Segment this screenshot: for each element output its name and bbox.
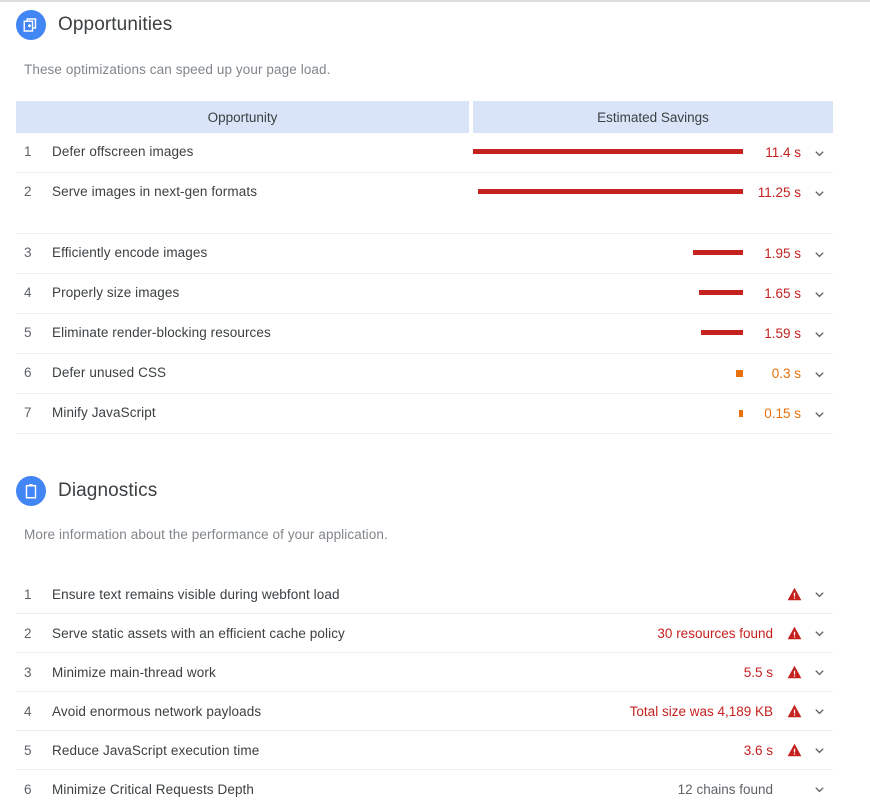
warning-triangle-icon bbox=[783, 743, 805, 757]
page-title: Opportunities bbox=[58, 14, 173, 35]
row-index: 5 bbox=[24, 742, 32, 758]
column-header-estimated-savings: Estimated Savings bbox=[473, 101, 833, 133]
chevron-down-icon[interactable] bbox=[805, 588, 833, 601]
row-index: 6 bbox=[24, 365, 32, 380]
table-row[interactable]: 6 Defer unused CSS 0.3 s bbox=[16, 354, 833, 394]
warning-triangle-icon bbox=[783, 665, 805, 679]
opportunities-section-header: Opportunities bbox=[0, 4, 870, 46]
chevron-down-icon[interactable] bbox=[805, 705, 833, 718]
image-plus-icon bbox=[16, 10, 46, 40]
chevron-down-icon[interactable] bbox=[805, 783, 833, 796]
table-row[interactable]: 1 Defer offscreen images 11.4 s bbox=[16, 133, 833, 173]
table-row[interactable]: 3 Efficiently encode images 1.95 s bbox=[16, 234, 833, 274]
opportunities-description: These optimizations can speed up your pa… bbox=[24, 62, 331, 77]
diagnostics-section-header: Diagnostics bbox=[0, 470, 870, 512]
savings-bar bbox=[699, 290, 743, 295]
row-index: 2 bbox=[24, 184, 32, 199]
lighthouse-report-panel: Opportunities These optimizations can sp… bbox=[0, 0, 870, 808]
savings-bar-cell bbox=[461, 354, 743, 393]
diagnostic-value: 30 resources found bbox=[657, 625, 773, 641]
column-header-opportunity: Opportunity bbox=[16, 101, 469, 133]
savings-bar bbox=[693, 250, 743, 255]
savings-bar-cell bbox=[461, 234, 743, 273]
warning-triangle-icon bbox=[783, 626, 805, 640]
diagnostics-title: Diagnostics bbox=[58, 480, 158, 501]
diagnostic-label: Serve static assets with an efficient ca… bbox=[52, 625, 345, 641]
savings-value: 11.25 s bbox=[757, 185, 801, 200]
opportunities-table: Opportunity Estimated Savings 1 Defer off… bbox=[16, 101, 833, 434]
table-header-row: Opportunity Estimated Savings bbox=[16, 101, 833, 133]
chevron-down-icon[interactable] bbox=[805, 666, 833, 679]
diagnostic-value: Total size was 4,189 KB bbox=[629, 703, 773, 719]
table-row[interactable]: 5 Reduce JavaScript execution time 3.6 s bbox=[16, 731, 833, 770]
opportunity-label: Defer offscreen images bbox=[52, 144, 194, 159]
savings-value: 0.3 s bbox=[771, 366, 801, 381]
savings-bar-cell bbox=[461, 274, 743, 313]
chevron-down-icon[interactable] bbox=[805, 173, 833, 200]
savings-bar bbox=[736, 370, 743, 377]
savings-bar-cell bbox=[461, 133, 743, 172]
table-row[interactable]: 4 Avoid enormous network payloads Total si… bbox=[16, 692, 833, 731]
chevron-down-icon[interactable] bbox=[805, 394, 833, 421]
opportunity-label: Properly size images bbox=[52, 285, 180, 300]
savings-value: 11.4 s bbox=[765, 145, 801, 160]
warning-triangle-icon bbox=[783, 704, 805, 718]
row-index: 3 bbox=[24, 245, 32, 260]
table-row[interactable]: 1 Ensure text remains visible during webf… bbox=[16, 575, 833, 614]
opportunity-label: Eliminate render-blocking resources bbox=[52, 325, 271, 340]
table-row[interactable]: 5 Eliminate render-blocking resources 1.59… bbox=[16, 314, 833, 354]
savings-value: 1.59 s bbox=[764, 326, 801, 341]
opportunity-label: Defer unused CSS bbox=[52, 365, 167, 380]
diagnostics-description: More information about the performance o… bbox=[24, 527, 388, 542]
savings-bar-cell bbox=[461, 394, 743, 433]
table-row[interactable]: 2 Serve static assets with an efficient c… bbox=[16, 614, 833, 653]
clipboard-icon bbox=[16, 476, 46, 506]
chevron-down-icon[interactable] bbox=[805, 133, 833, 160]
row-index: 1 bbox=[24, 586, 32, 602]
chevron-down-icon[interactable] bbox=[805, 314, 833, 341]
chevron-down-icon[interactable] bbox=[805, 744, 833, 757]
chevron-down-icon[interactable] bbox=[805, 627, 833, 640]
opportunity-label: Efficiently encode images bbox=[52, 245, 208, 260]
diagnostic-label: Minimize Critical Requests Depth bbox=[52, 781, 255, 797]
row-index: 2 bbox=[24, 625, 32, 641]
savings-bar bbox=[701, 330, 743, 335]
diagnostic-label: Reduce JavaScript execution time bbox=[52, 742, 260, 758]
diagnostic-value: 12 chains found bbox=[677, 781, 773, 797]
savings-bar-cell bbox=[461, 173, 743, 212]
diagnostic-label: Avoid enormous network payloads bbox=[52, 703, 262, 719]
row-index: 6 bbox=[24, 781, 32, 797]
chevron-down-icon[interactable] bbox=[805, 274, 833, 301]
chevron-down-icon[interactable] bbox=[805, 234, 833, 261]
diagnostic-label: Minimize main-thread work bbox=[52, 664, 216, 680]
diagnostic-label: Ensure text remains visible during webfo… bbox=[52, 586, 340, 602]
table-row[interactable]: 2 Serve images in next-gen formats 11.25 s bbox=[16, 173, 833, 234]
savings-value: 0.15 s bbox=[764, 406, 801, 421]
row-index: 3 bbox=[24, 664, 32, 680]
diagnostic-value: 3.6 s bbox=[743, 742, 773, 758]
opportunity-label: Serve images in next-gen formats bbox=[52, 184, 258, 199]
warning-triangle-icon bbox=[783, 587, 805, 601]
row-index: 7 bbox=[24, 405, 32, 420]
row-index: 5 bbox=[24, 325, 32, 340]
row-index: 1 bbox=[24, 144, 32, 159]
savings-bar bbox=[473, 149, 743, 154]
row-index: 4 bbox=[24, 703, 32, 719]
opportunities-rows: 1 Defer offscreen images 11.4 s 2 Serve imag… bbox=[16, 133, 833, 434]
table-row[interactable]: 4 Properly size images 1.65 s bbox=[16, 274, 833, 314]
row-index: 4 bbox=[24, 285, 32, 300]
diagnostic-value: 5.5 s bbox=[743, 664, 773, 680]
chevron-down-icon[interactable] bbox=[805, 354, 833, 381]
savings-bar-cell bbox=[461, 314, 743, 353]
savings-value: 1.65 s bbox=[764, 286, 801, 301]
table-row[interactable]: 3 Minimize main-thread work 5.5 s bbox=[16, 653, 833, 692]
opportunity-label: Minify JavaScript bbox=[52, 405, 156, 420]
table-row[interactable]: 7 Minify JavaScript 0.15 s bbox=[16, 394, 833, 434]
diagnostics-rows: 1 Ensure text remains visible during webf… bbox=[0, 575, 870, 808]
savings-bar bbox=[478, 189, 743, 194]
savings-value: 1.95 s bbox=[764, 246, 801, 261]
table-row[interactable]: 6 Minimize Critical Requests Depth 12 chai… bbox=[16, 770, 833, 808]
